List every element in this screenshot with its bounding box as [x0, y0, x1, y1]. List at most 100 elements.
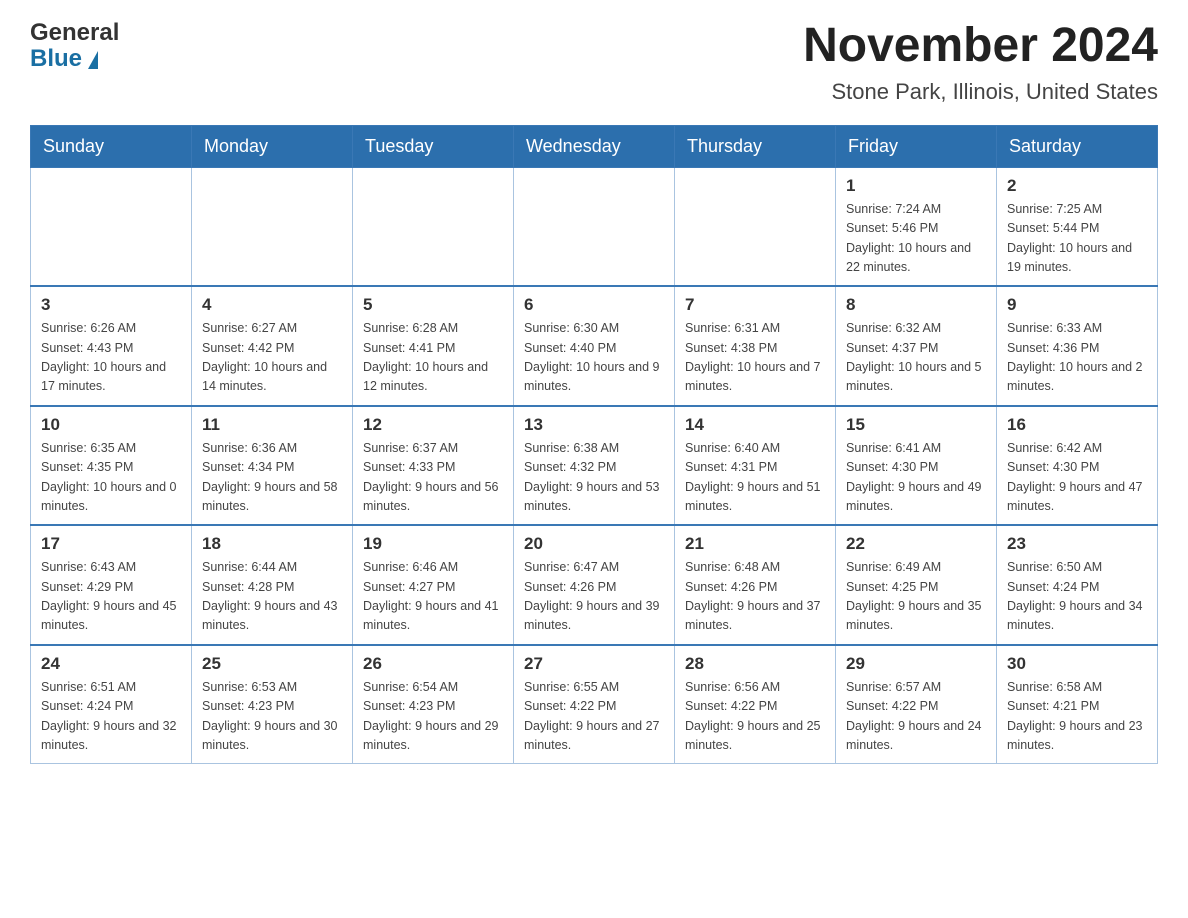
day-number: 25 [202, 654, 342, 674]
day-number: 26 [363, 654, 503, 674]
calendar-table: SundayMondayTuesdayWednesdayThursdayFrid… [30, 125, 1158, 765]
calendar-cell: 5 Sunrise: 6:28 AMSunset: 4:41 PMDaylight… [353, 286, 514, 406]
calendar-cell: 27Sunrise: 6:55 AMSunset: 4:22 PMDayligh… [514, 645, 675, 764]
calendar-cell: 22 Sunrise: 6:49 AMSunset: 4:25 PMDayligh… [836, 525, 997, 645]
calendar-cell: 11Sunrise: 6:36 AMSunset: 4:34 PMDayligh… [192, 406, 353, 526]
calendar-cell [192, 167, 353, 286]
weekday-header-wednesday: Wednesday [514, 125, 675, 167]
day-info: Sunrise: 6:36 AMSunset: 4:34 PMDaylight:… [202, 439, 342, 517]
day-info: Sunrise: 6:51 AMSunset: 4:24 PMDaylight:… [41, 678, 181, 756]
weekday-header-row: SundayMondayTuesdayWednesdayThursdayFrid… [31, 125, 1158, 167]
calendar-cell: 12 Sunrise: 6:37 AMSunset: 4:33 PMDayligh… [353, 406, 514, 526]
calendar-cell: 20 Sunrise: 6:47 AMSunset: 4:26 PMDayligh… [514, 525, 675, 645]
calendar-cell: 24Sunrise: 6:51 AMSunset: 4:24 PMDayligh… [31, 645, 192, 764]
logo-text1: General [30, 20, 119, 46]
calendar-cell: 15 Sunrise: 6:41 AMSunset: 4:30 PMDayligh… [836, 406, 997, 526]
calendar-cell: 8 Sunrise: 6:32 AMSunset: 4:37 PMDaylight… [836, 286, 997, 406]
calendar-cell: 18 Sunrise: 6:44 AMSunset: 4:28 PMDayligh… [192, 525, 353, 645]
week-row-3: 10Sunrise: 6:35 AMSunset: 4:35 PMDayligh… [31, 406, 1158, 526]
weekday-header-monday: Monday [192, 125, 353, 167]
day-number: 18 [202, 534, 342, 554]
day-number: 21 [685, 534, 825, 554]
calendar-cell: 9 Sunrise: 6:33 AMSunset: 4:36 PMDaylight… [997, 286, 1158, 406]
day-number: 20 [524, 534, 664, 554]
day-number: 19 [363, 534, 503, 554]
day-info: Sunrise: 6:30 AMSunset: 4:40 PMDaylight:… [524, 319, 664, 397]
calendar-cell: 10Sunrise: 6:35 AMSunset: 4:35 PMDayligh… [31, 406, 192, 526]
calendar-cell: 14 Sunrise: 6:40 AMSunset: 4:31 PMDayligh… [675, 406, 836, 526]
calendar-cell: 17 Sunrise: 6:43 AMSunset: 4:29 PMDayligh… [31, 525, 192, 645]
week-row-4: 17 Sunrise: 6:43 AMSunset: 4:29 PMDayligh… [31, 525, 1158, 645]
day-info: Sunrise: 6:50 AMSunset: 4:24 PMDaylight:… [1007, 558, 1147, 636]
page-header: General Blue November 2024 Stone Park, I… [30, 20, 1158, 105]
day-number: 23 [1007, 534, 1147, 554]
day-info: Sunrise: 6:56 AMSunset: 4:22 PMDaylight:… [685, 678, 825, 756]
calendar-cell: 28 Sunrise: 6:56 AMSunset: 4:22 PMDayligh… [675, 645, 836, 764]
calendar-cell [514, 167, 675, 286]
day-number: 3 [41, 295, 181, 315]
day-number: 2 [1007, 176, 1147, 196]
weekday-header-sunday: Sunday [31, 125, 192, 167]
day-info: Sunrise: 7:25 AMSunset: 5:44 PMDaylight:… [1007, 200, 1147, 278]
day-info: Sunrise: 6:38 AMSunset: 4:32 PMDaylight:… [524, 439, 664, 517]
calendar-cell: 21Sunrise: 6:48 AMSunset: 4:26 PMDayligh… [675, 525, 836, 645]
week-row-1: 1 Sunrise: 7:24 AMSunset: 5:46 PMDaylight… [31, 167, 1158, 286]
calendar-cell [353, 167, 514, 286]
day-info: Sunrise: 6:43 AMSunset: 4:29 PMDaylight:… [41, 558, 181, 636]
day-info: Sunrise: 6:27 AMSunset: 4:42 PMDaylight:… [202, 319, 342, 397]
day-info: Sunrise: 6:31 AMSunset: 4:38 PMDaylight:… [685, 319, 825, 397]
day-info: Sunrise: 6:40 AMSunset: 4:31 PMDaylight:… [685, 439, 825, 517]
day-info: Sunrise: 6:44 AMSunset: 4:28 PMDaylight:… [202, 558, 342, 636]
weekday-header-thursday: Thursday [675, 125, 836, 167]
calendar-cell: 2 Sunrise: 7:25 AMSunset: 5:44 PMDaylight… [997, 167, 1158, 286]
day-info: Sunrise: 6:57 AMSunset: 4:22 PMDaylight:… [846, 678, 986, 756]
day-info: Sunrise: 6:41 AMSunset: 4:30 PMDaylight:… [846, 439, 986, 517]
day-info: Sunrise: 6:32 AMSunset: 4:37 PMDaylight:… [846, 319, 986, 397]
day-number: 6 [524, 295, 664, 315]
day-info: Sunrise: 6:33 AMSunset: 4:36 PMDaylight:… [1007, 319, 1147, 397]
day-info: Sunrise: 6:54 AMSunset: 4:23 PMDaylight:… [363, 678, 503, 756]
calendar-cell: 4 Sunrise: 6:27 AMSunset: 4:42 PMDaylight… [192, 286, 353, 406]
day-info: Sunrise: 6:28 AMSunset: 4:41 PMDaylight:… [363, 319, 503, 397]
day-number: 28 [685, 654, 825, 674]
calendar-cell [675, 167, 836, 286]
calendar-cell: 26 Sunrise: 6:54 AMSunset: 4:23 PMDayligh… [353, 645, 514, 764]
weekday-header-saturday: Saturday [997, 125, 1158, 167]
day-info: Sunrise: 6:49 AMSunset: 4:25 PMDaylight:… [846, 558, 986, 636]
weekday-header-tuesday: Tuesday [353, 125, 514, 167]
day-info: Sunrise: 6:46 AMSunset: 4:27 PMDaylight:… [363, 558, 503, 636]
day-info: Sunrise: 6:26 AMSunset: 4:43 PMDaylight:… [41, 319, 181, 397]
week-row-5: 24Sunrise: 6:51 AMSunset: 4:24 PMDayligh… [31, 645, 1158, 764]
calendar-cell [31, 167, 192, 286]
day-number: 17 [41, 534, 181, 554]
day-number: 15 [846, 415, 986, 435]
day-number: 8 [846, 295, 986, 315]
day-number: 13 [524, 415, 664, 435]
day-number: 5 [363, 295, 503, 315]
day-number: 12 [363, 415, 503, 435]
day-number: 7 [685, 295, 825, 315]
logo-triangle-icon [88, 51, 98, 69]
day-info: Sunrise: 6:58 AMSunset: 4:21 PMDaylight:… [1007, 678, 1147, 756]
day-number: 9 [1007, 295, 1147, 315]
week-row-2: 3 Sunrise: 6:26 AMSunset: 4:43 PMDaylight… [31, 286, 1158, 406]
weekday-header-friday: Friday [836, 125, 997, 167]
calendar-cell: 19 Sunrise: 6:46 AMSunset: 4:27 PMDayligh… [353, 525, 514, 645]
day-number: 10 [41, 415, 181, 435]
calendar-cell: 7 Sunrise: 6:31 AMSunset: 4:38 PMDaylight… [675, 286, 836, 406]
calendar-cell: 29Sunrise: 6:57 AMSunset: 4:22 PMDayligh… [836, 645, 997, 764]
calendar-cell: 30 Sunrise: 6:58 AMSunset: 4:21 PMDayligh… [997, 645, 1158, 764]
calendar-cell: 25Sunrise: 6:53 AMSunset: 4:23 PMDayligh… [192, 645, 353, 764]
day-number: 30 [1007, 654, 1147, 674]
logo: General Blue [30, 20, 119, 73]
day-number: 22 [846, 534, 986, 554]
day-number: 4 [202, 295, 342, 315]
day-number: 14 [685, 415, 825, 435]
day-number: 1 [846, 176, 986, 196]
day-info: Sunrise: 6:37 AMSunset: 4:33 PMDaylight:… [363, 439, 503, 517]
day-info: Sunrise: 6:47 AMSunset: 4:26 PMDaylight:… [524, 558, 664, 636]
day-info: Sunrise: 7:24 AMSunset: 5:46 PMDaylight:… [846, 200, 986, 278]
logo-text2: Blue [30, 46, 82, 72]
day-info: Sunrise: 6:55 AMSunset: 4:22 PMDaylight:… [524, 678, 664, 756]
calendar-title: November 2024 [803, 20, 1158, 73]
